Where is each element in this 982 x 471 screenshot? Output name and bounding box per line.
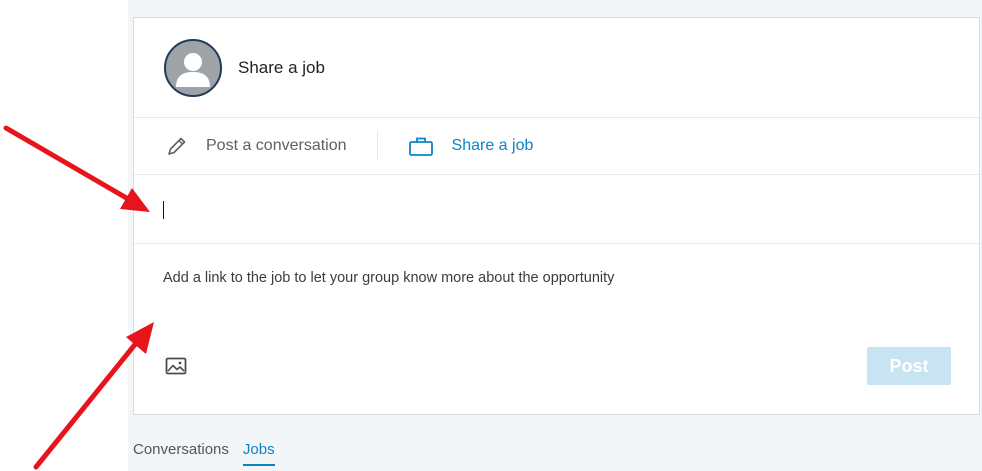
- annotation-arrows: [3, 125, 154, 470]
- arrow-to-description-icon: [33, 322, 154, 470]
- screen: Share a job Post a conversation Share a …: [0, 0, 982, 471]
- arrow-to-title-icon: [3, 125, 150, 212]
